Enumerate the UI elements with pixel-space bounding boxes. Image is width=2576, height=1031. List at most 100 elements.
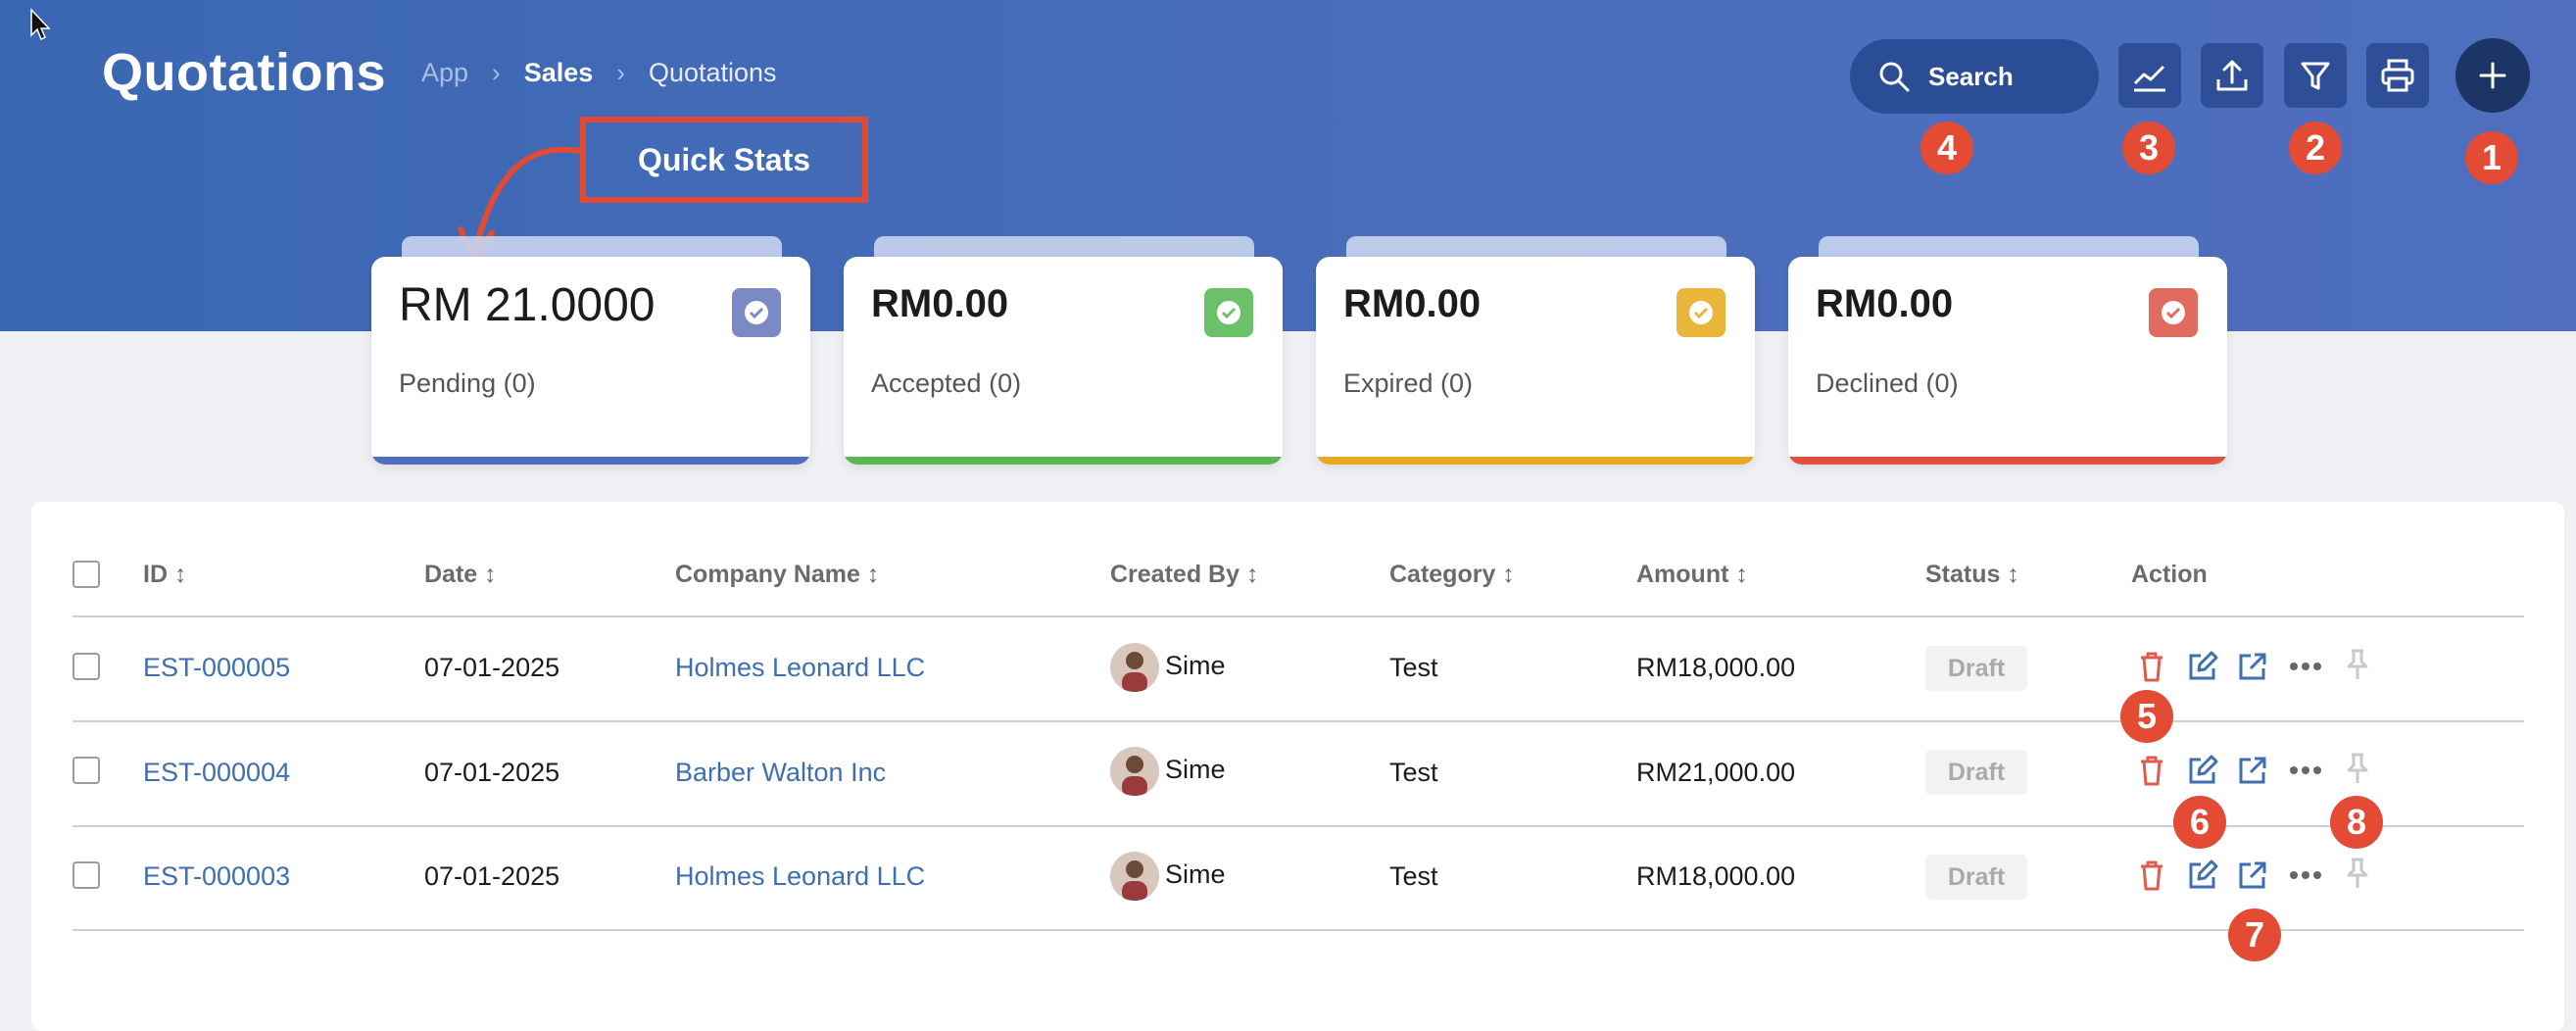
column-header-created-by[interactable]: Created By ↕ [1110,559,1258,590]
trash-icon[interactable] [2134,647,2169,686]
chevron-right-icon: › [616,58,625,87]
stat-card-expired[interactable]: RM0.00 Expired (0) [1316,257,1755,465]
filter-button[interactable] [2284,43,2347,108]
row-checkbox[interactable] [73,861,100,889]
external-link-icon[interactable] [2235,856,2270,895]
search-placeholder: Search [1928,61,2014,91]
mouse-cursor-icon [30,8,51,41]
edit-icon[interactable] [2185,856,2220,895]
search-input[interactable]: Search [1850,39,2099,114]
print-button[interactable] [2366,43,2429,108]
print-icon [2381,59,2414,92]
annotation-marker-6: 6 [2173,796,2226,849]
stat-label: Accepted (0) [871,368,1022,398]
annotation-marker-8: 8 [2330,796,2383,849]
column-header-company[interactable]: Company Name ↕ [675,559,879,590]
check-circle-icon [732,288,781,337]
breadcrumb: App › Sales › Quotations [421,57,777,88]
column-header-status[interactable]: Status ↕ [1925,559,2019,590]
category-cell: Test [1389,653,1438,682]
edit-icon[interactable] [2185,647,2220,686]
stat-amount: RM0.00 [871,282,1009,325]
breadcrumb-sales[interactable]: Sales [524,57,594,88]
stat-amount: RM0.00 [1816,282,1954,325]
external-link-icon[interactable] [2235,647,2270,686]
check-circle-icon [1677,288,1725,337]
company-link[interactable]: Barber Walton Inc [675,756,886,789]
stat-amount: RM0.00 [1343,282,1482,325]
annotation-marker-3: 3 [2122,122,2175,174]
quick-stats-callout: Quick Stats [580,117,868,203]
divider [73,929,2524,931]
select-all-checkbox[interactable] [73,561,100,588]
chart-line-icon [2133,65,2165,92]
avatar [1110,747,1159,796]
amount-cell: RM18,000.00 [1636,653,1796,682]
column-header-date[interactable]: Date ↕ [424,559,497,590]
plus-icon [2479,62,2506,89]
stat-amount: RM 21.0000 [399,279,656,331]
created-by-name: Sime [1165,755,1226,784]
trash-icon[interactable] [2134,751,2169,790]
stat-accent-bar [844,457,1283,465]
company-link[interactable]: Holmes Leonard LLC [675,651,925,684]
annotation-marker-4: 4 [1920,122,1973,174]
breadcrumb-app[interactable]: App [421,57,468,88]
stat-label: Expired (0) [1343,368,1474,398]
stat-accent-bar [371,457,810,465]
stat-label: Pending (0) [399,368,536,398]
annotation-marker-5: 5 [2120,690,2173,743]
more-icon[interactable] [2288,647,2323,686]
created-by-name: Sime [1165,651,1226,680]
annotation-marker-1: 1 [2465,131,2518,184]
category-cell: Test [1389,861,1438,891]
chevron-right-icon: › [492,58,501,87]
avatar [1110,643,1159,692]
add-quotation-button[interactable] [2455,38,2530,113]
created-by-name: Sime [1165,859,1226,889]
quotation-id-link[interactable]: EST-000003 [143,859,290,893]
edit-icon[interactable] [2185,751,2220,790]
date-cell: 07-01-2025 [424,861,560,891]
stat-card-pending[interactable]: RM 21.0000 Pending (0) [371,257,810,465]
date-cell: 07-01-2025 [424,653,560,682]
more-icon[interactable] [2288,751,2323,790]
stat-accent-bar [1316,457,1755,465]
trash-icon[interactable] [2134,856,2169,895]
quotation-id-link[interactable]: EST-000004 [143,756,290,789]
company-link[interactable]: Holmes Leonard LLC [675,859,925,893]
external-link-icon[interactable] [2235,751,2270,790]
column-header-category[interactable]: Category ↕ [1389,559,1515,590]
stat-accent-bar [1788,457,2227,465]
status-badge: Draft [1925,855,2027,900]
status-badge: Draft [1925,646,2027,691]
pin-icon[interactable] [2340,749,2375,788]
export-button[interactable] [2201,43,2263,108]
amount-cell: RM21,000.00 [1636,758,1796,787]
divider [73,615,2524,617]
amount-cell: RM18,000.00 [1636,861,1796,891]
page-title: Quotations [102,43,386,102]
upload-icon [2216,60,2248,91]
more-icon[interactable] [2288,856,2323,895]
pin-icon[interactable] [2340,645,2375,684]
column-header-amount[interactable]: Amount ↕ [1636,559,1748,590]
date-cell: 07-01-2025 [424,758,560,787]
statistics-button[interactable] [2118,43,2181,108]
category-cell: Test [1389,758,1438,787]
annotation-marker-2: 2 [2289,122,2342,174]
stat-label: Declined (0) [1816,368,1959,398]
breadcrumb-current: Quotations [648,58,777,87]
column-header-id[interactable]: ID ↕ [143,559,186,590]
pin-icon[interactable] [2340,854,2375,893]
filter-icon [2301,62,2330,90]
search-icon [1879,62,1910,92]
row-checkbox[interactable] [73,757,100,784]
check-circle-icon [2149,288,2198,337]
check-circle-icon [1204,288,1253,337]
stat-card-accepted[interactable]: RM0.00 Accepted (0) [844,257,1283,465]
avatar [1110,852,1159,901]
stat-card-declined[interactable]: RM0.00 Declined (0) [1788,257,2227,465]
quotation-id-link[interactable]: EST-000005 [143,651,290,684]
row-checkbox[interactable] [73,653,100,680]
